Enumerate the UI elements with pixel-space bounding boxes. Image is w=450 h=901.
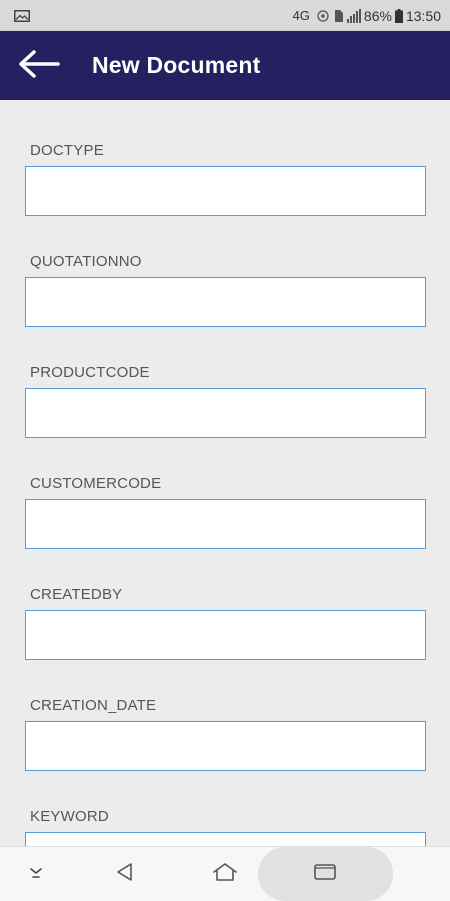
nav-home-button[interactable] bbox=[203, 847, 247, 901]
doctype-label: DOCTYPE bbox=[30, 142, 104, 159]
quotationno-input[interactable] bbox=[25, 277, 426, 327]
creation-date-label: CREATION_DATE bbox=[30, 697, 157, 714]
status-bar: 4G 86% 13:50 bbox=[0, 0, 450, 31]
createdby-label: CREATEDBY bbox=[30, 586, 123, 603]
productcode-input[interactable] bbox=[25, 388, 426, 438]
network-type: 4G bbox=[292, 8, 310, 23]
nav-recents-button[interactable] bbox=[303, 847, 347, 901]
arrow-left-icon bbox=[16, 49, 60, 84]
page-title: New Document bbox=[92, 52, 261, 78]
recents-icon bbox=[313, 863, 337, 886]
wifi-calling-icon bbox=[315, 8, 331, 24]
battery-icon bbox=[394, 8, 403, 23]
keyword-label: KEYWORD bbox=[30, 808, 109, 825]
createdby-input[interactable] bbox=[25, 610, 426, 660]
document-form: DOCTYPE QUOTATIONNO PRODUCTCODE CUSTOMER… bbox=[0, 100, 450, 846]
back-button[interactable] bbox=[14, 48, 62, 84]
keyword-input[interactable] bbox=[25, 832, 426, 846]
hide-keyboard-button[interactable] bbox=[14, 847, 58, 901]
quotationno-label: QUOTATIONNO bbox=[30, 253, 142, 270]
nav-back-button[interactable] bbox=[103, 847, 147, 901]
image-notification-icon bbox=[14, 9, 30, 22]
app-bar: New Document bbox=[0, 31, 450, 100]
chevron-down-icon bbox=[28, 865, 44, 884]
productcode-label: PRODUCTCODE bbox=[30, 364, 150, 381]
doctype-input[interactable] bbox=[25, 166, 426, 216]
sim-icon bbox=[334, 9, 344, 23]
home-icon bbox=[212, 861, 238, 888]
back-triangle-icon bbox=[114, 861, 136, 888]
customercode-label: CUSTOMERCODE bbox=[30, 475, 162, 492]
battery-percent: 86% bbox=[363, 7, 392, 24]
creation-date-input[interactable] bbox=[25, 721, 426, 771]
clock: 13:50 bbox=[405, 7, 441, 24]
signal-icon bbox=[346, 8, 361, 23]
system-nav-bar bbox=[0, 846, 450, 901]
customercode-input[interactable] bbox=[25, 499, 426, 549]
